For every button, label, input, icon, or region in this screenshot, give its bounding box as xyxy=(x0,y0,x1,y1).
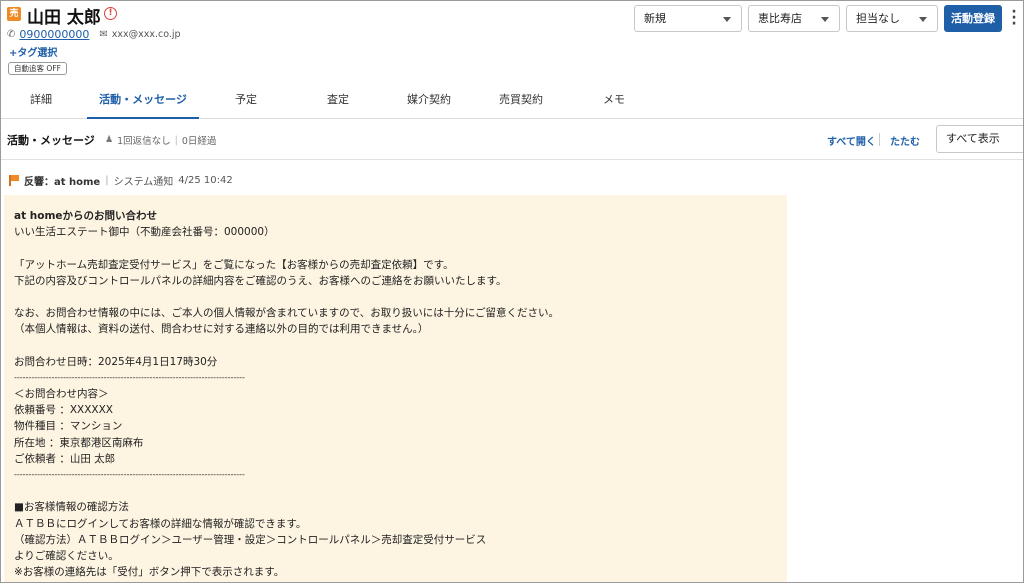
chevron-down-icon xyxy=(821,17,829,22)
message-type: 反響：at home xyxy=(24,173,100,188)
message-separator: | xyxy=(105,175,109,186)
section-title: 活動・メッセージ xyxy=(7,134,95,147)
status-select-value: 新規 xyxy=(644,12,666,25)
chevron-down-icon xyxy=(919,17,927,22)
divider xyxy=(879,133,880,146)
reply-status-text: 1回返信なし xyxy=(117,136,171,147)
person-icon: ♟ xyxy=(105,135,114,145)
auto-follow-toggle[interactable]: 自動追客 OFF xyxy=(8,62,67,75)
tab-appraisal[interactable]: 査定 xyxy=(298,83,378,119)
message-kind: システム通知 xyxy=(113,177,174,188)
email-text[interactable]: xxx@xxx.co.jp xyxy=(112,29,181,40)
message-line xyxy=(14,338,777,354)
tab-sales-contract[interactable]: 売買契約 xyxy=(481,83,561,119)
message-line: at homeからのお問い合わせ xyxy=(14,210,158,222)
store-select-value: 恵比寿店 xyxy=(758,12,802,25)
message-meta: 反響：at home | システム通知 4/25 10:42 xyxy=(9,173,233,188)
message-datetime: 4/25 10:42 xyxy=(178,175,233,186)
message-line: ＡＴＢＢにログインしてお客様の詳細な情報が確認できます。 xyxy=(14,517,307,530)
tab-bar: 詳細 活動・メッセージ 予定 査定 媒介契約 売買契約 メモ xyxy=(1,83,1023,119)
message-type-label: 反響 xyxy=(24,177,44,188)
message-line: よりご確認ください。 xyxy=(14,549,119,562)
message-line: なお、お問合わせ情報の中には、ご本人の個人情報が含まれていますので、お取り扱いに… xyxy=(14,307,560,320)
tab-brokerage-contract[interactable]: 媒介契約 xyxy=(389,83,469,119)
customer-header: 売 山田 太郎 ! ✆ 0900000000 ✉ xxx@xxx.co.jp +… xyxy=(1,1,1023,81)
message-line: 依頼番号 ：XXXXXX xyxy=(14,404,113,417)
store-select[interactable]: 恵比寿店 xyxy=(748,5,840,32)
app-window: 売 山田 太郎 ! ✆ 0900000000 ✉ xxx@xxx.co.jp +… xyxy=(0,0,1024,583)
message-line: ※お客様の連絡先は「受付」ボタン押下で表示されます。 xyxy=(14,566,285,579)
message-line: （本個人情報は、資料の送付、問合わせに対する連絡以外の目的では利用できません。） xyxy=(14,323,429,336)
message-line xyxy=(14,289,777,305)
section-bar: 活動・メッセージ ♟ 1回返信なし | 0日経過 すべて開く たたむ すべて表示 xyxy=(1,120,1023,160)
tag-select-link[interactable]: +タグ選択 xyxy=(9,44,57,59)
filter-select[interactable]: すべて表示 xyxy=(936,125,1023,153)
message-line: 所在地 ：東京都港区南麻布 xyxy=(14,436,144,449)
tab-details[interactable]: 詳細 xyxy=(1,83,81,119)
flag-icon xyxy=(9,175,19,186)
collapse-link[interactable]: たたむ xyxy=(890,133,920,148)
staff-select-value: 担当なし xyxy=(856,12,900,25)
message-body: at homeからのお問い合わせ いい生活エステート御中（不動産会社番号：000… xyxy=(4,195,787,582)
staff-select[interactable]: 担当なし xyxy=(846,5,938,32)
mail-icon: ✉ xyxy=(99,29,108,40)
meta-separator: | xyxy=(174,134,178,146)
message-line: ----------------------------------------… xyxy=(14,372,245,382)
message-line: ----------------------------------------… xyxy=(14,470,245,479)
reply-status: ♟ 1回返信なし | 0日経過 xyxy=(105,133,217,148)
tab-activity-messages[interactable]: 活動・メッセージ xyxy=(87,83,199,119)
message-line: （確認方法）ＡＴＢＢログイン＞ユーザー管理・設定＞コントロールパネル＞売却査定受… xyxy=(14,533,487,546)
message-line xyxy=(14,483,777,499)
status-select[interactable]: 新規 xyxy=(634,5,742,32)
contact-row: ✆ 0900000000 ✉ xxx@xxx.co.jp xyxy=(7,28,181,41)
message-line: ■お客様情報の確認方法 xyxy=(14,501,129,514)
register-activity-button[interactable]: 活動登録 xyxy=(944,5,1002,32)
filter-select-value: すべて表示 xyxy=(946,132,1000,145)
message-line xyxy=(14,240,777,256)
message-line: 「アットホーム売却査定受付サービス」をご覧になった【お客様からの売却査定依頼】で… xyxy=(14,258,454,271)
sell-badge: 売 xyxy=(7,7,21,21)
tab-memo[interactable]: メモ xyxy=(574,83,654,119)
message-source: ：at home xyxy=(44,177,101,188)
phone-link[interactable]: 0900000000 xyxy=(19,28,89,41)
message-line: ＜お問合わせ内容＞ xyxy=(14,388,109,401)
message-line: お問合わせ日時：2025年4月1日17時30分 xyxy=(14,355,218,368)
message-line: 下記の内容及びコントロールパネルの詳細内容をご確認のうえ、お客様へのご連絡をお願… xyxy=(14,274,507,287)
message-line: いい生活エステート御中（不動産会社番号：000000） xyxy=(14,226,275,239)
customer-name: 山田 太郎 xyxy=(27,8,101,28)
chevron-down-icon xyxy=(723,17,731,22)
expand-all-link[interactable]: すべて開く xyxy=(827,133,876,148)
tab-schedule[interactable]: 予定 xyxy=(206,83,286,119)
message-line: ご依頼者 ：山田 太郎 xyxy=(14,452,116,465)
more-menu-icon[interactable]: · · · xyxy=(1009,5,1019,31)
message-line: 物件種目 ：マンション xyxy=(14,420,123,433)
elapsed-days: 0日経過 xyxy=(181,136,217,147)
phone-icon: ✆ xyxy=(7,29,16,40)
alert-icon[interactable]: ! xyxy=(104,7,117,20)
